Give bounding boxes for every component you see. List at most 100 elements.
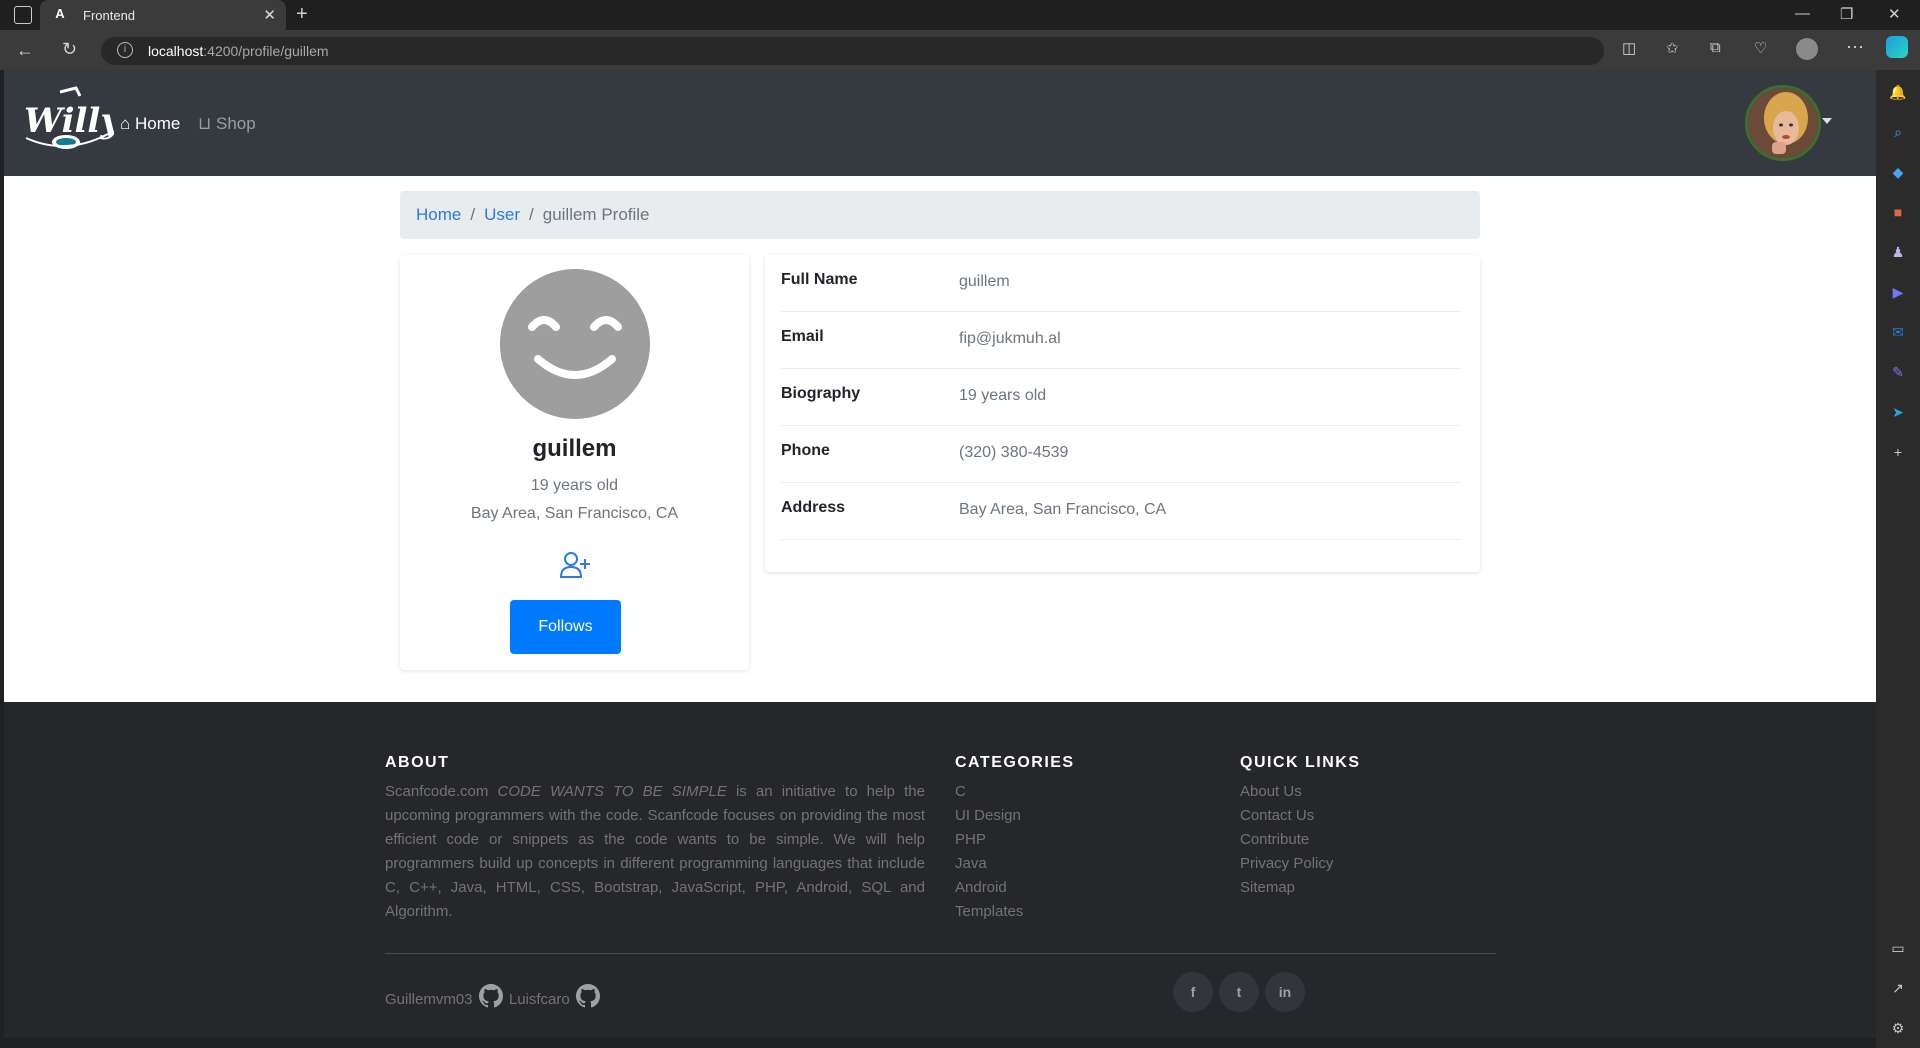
- logo-text: Willy: [24, 101, 114, 141]
- home-icon: ⌂: [120, 114, 131, 133]
- category-link[interactable]: Java: [955, 852, 1023, 876]
- footer-divider: [385, 953, 1496, 954]
- collections-icon[interactable]: ⧉: [1710, 39, 1721, 56]
- add-app-icon[interactable]: +: [1888, 442, 1908, 462]
- tab-title: Frontend: [83, 8, 136, 23]
- external-link-icon[interactable]: ↗: [1888, 978, 1908, 998]
- close-tab-icon[interactable]: ✕: [263, 6, 276, 24]
- breadcrumb-separator: /: [529, 205, 534, 224]
- back-icon[interactable]: ←: [16, 40, 34, 61]
- profile-details-card: Full Name guillem Email fip@jukmuh.al Bi…: [765, 255, 1480, 572]
- footer: ABOUT Scanfcode.com CODE WANTS TO BE SIM…: [4, 702, 1876, 1038]
- breadcrumb-current: guillem Profile: [542, 205, 650, 224]
- github-icon[interactable]: [575, 984, 600, 1008]
- breadcrumb-home[interactable]: Home: [416, 205, 461, 224]
- smiley-avatar-icon: [500, 269, 650, 419]
- navbar: Willy ⌂ Home ⊔ Shop: [4, 70, 1876, 176]
- edge-sidebar: 🔔 ⌕ ◆ ■ ♟ ▶ ✉ ✎ ➤ + ▭ ↗ ⚙: [1876, 70, 1920, 1048]
- github-icon[interactable]: [478, 984, 503, 1008]
- follow-button[interactable]: Follows: [510, 600, 621, 654]
- category-link[interactable]: Android: [955, 876, 1023, 900]
- facebook-icon[interactable]: f: [1173, 972, 1213, 1012]
- linkedin-icon[interactable]: in: [1265, 972, 1305, 1012]
- close-window-icon[interactable]: ✕: [1888, 5, 1901, 23]
- detail-row: Email fip@jukmuh.al: [781, 312, 1461, 369]
- twitter-icon[interactable]: t: [1219, 972, 1259, 1012]
- shopping-bag-icon: ⊔: [198, 114, 212, 133]
- browser-tab-bar: A Frontend ✕ + — ❐ ✕: [0, 0, 1920, 30]
- credit-author-2[interactable]: Luisfcaro: [509, 991, 570, 1008]
- detail-value: Bay Area, San Francisco, CA: [959, 501, 1167, 518]
- quicklink[interactable]: Contact Us: [1240, 804, 1333, 828]
- willy-logo[interactable]: Willy: [20, 86, 114, 158]
- split-screen-icon[interactable]: ◫: [1622, 39, 1636, 57]
- designer-icon[interactable]: ✎: [1888, 362, 1908, 382]
- quicklinks-list: About Us Contact Us Contribute Privacy P…: [1240, 780, 1333, 900]
- new-tab-icon[interactable]: +: [296, 3, 308, 26]
- address-bar[interactable]: i localhost:4200/profile/guillem: [101, 37, 1604, 65]
- quicklink[interactable]: Privacy Policy: [1240, 852, 1333, 876]
- url-path: :4200/profile/guillem: [203, 43, 329, 59]
- profile-bio: 19 years old: [530, 477, 619, 494]
- category-link[interactable]: UI Design: [955, 804, 1023, 828]
- user-avatar[interactable]: [1745, 85, 1821, 161]
- refresh-icon[interactable]: ↻: [62, 39, 77, 60]
- copilot-icon[interactable]: [1886, 36, 1908, 58]
- about-heading: ABOUT: [385, 754, 450, 771]
- profile-card: guillem 19 years old Bay Area, San Franc…: [400, 255, 749, 670]
- search-icon[interactable]: ⌕: [1888, 122, 1908, 142]
- category-link[interactable]: Templates: [955, 900, 1023, 924]
- settings-gear-icon[interactable]: ⚙: [1888, 1018, 1908, 1038]
- outlook-icon[interactable]: ✉: [1888, 322, 1908, 342]
- about-text: Scanfcode.com CODE WANTS TO BE SIMPLE is…: [385, 783, 925, 920]
- profile-icon[interactable]: [1796, 38, 1818, 60]
- notification-bell-icon[interactable]: 🔔: [1888, 82, 1908, 102]
- quicklink[interactable]: Contribute: [1240, 828, 1333, 852]
- detail-value: (320) 380-4539: [959, 444, 1069, 461]
- detail-row: Phone (320) 380-4539: [781, 426, 1461, 483]
- breadcrumb-user[interactable]: User: [484, 205, 520, 224]
- nav-shop-label: Shop: [216, 114, 256, 133]
- favorites-icon[interactable]: ✩: [1666, 39, 1679, 57]
- credits: Guillemvm03 Luisfcaro: [385, 984, 602, 1008]
- profile-name: guillem: [532, 435, 617, 462]
- quicklink[interactable]: Sitemap: [1240, 876, 1333, 900]
- shopping-tag-icon[interactable]: ◆: [1888, 162, 1908, 182]
- detail-label: Address: [781, 499, 846, 516]
- profile-address: Bay Area, San Francisco, CA: [470, 505, 679, 522]
- browser-tab[interactable]: A Frontend ✕: [40, 0, 286, 30]
- more-menu-icon[interactable]: ⋯: [1846, 37, 1864, 58]
- nav-home-label: Home: [135, 114, 181, 133]
- chevron-down-icon[interactable]: [1822, 118, 1832, 124]
- detail-value: 19 years old: [959, 387, 1047, 404]
- browser-essentials-icon[interactable]: ♡: [1754, 39, 1767, 57]
- telegram-icon[interactable]: ➤: [1888, 402, 1908, 422]
- category-link[interactable]: C: [955, 780, 1023, 804]
- detail-label: Biography: [781, 385, 861, 402]
- angular-favicon-icon: A: [55, 6, 65, 21]
- games-icon[interactable]: ♟: [1888, 242, 1908, 262]
- quicklinks-heading: QUICK LINKS: [1240, 754, 1361, 771]
- restore-icon[interactable]: ❐: [1840, 5, 1853, 23]
- categories-heading: CATEGORIES: [955, 754, 1075, 771]
- nav-shop-link[interactable]: ⊔ Shop: [198, 114, 256, 134]
- site-info-icon[interactable]: i: [117, 42, 133, 58]
- add-user-icon[interactable]: [559, 550, 591, 580]
- nav-home-link[interactable]: ⌂ Home: [120, 114, 180, 134]
- detail-label: Full Name: [781, 271, 858, 288]
- avatar-image: [1748, 88, 1818, 158]
- tab-actions-icon[interactable]: [14, 6, 32, 24]
- detail-row: Full Name guillem: [781, 255, 1461, 312]
- minimize-icon[interactable]: —: [1795, 5, 1810, 22]
- detail-value: fip@jukmuh.al: [959, 330, 1061, 347]
- detail-value: guillem: [959, 273, 1010, 290]
- copilot-app-icon[interactable]: ▶: [1888, 282, 1908, 302]
- detail-row: Biography 19 years old: [781, 369, 1461, 426]
- tools-icon[interactable]: ■: [1888, 202, 1908, 222]
- breadcrumb-separator: /: [470, 205, 476, 224]
- category-link[interactable]: PHP: [955, 828, 1023, 852]
- breadcrumb: Home / User / guillem Profile: [400, 191, 1480, 239]
- quicklink[interactable]: About Us: [1240, 780, 1333, 804]
- credit-author-1[interactable]: Guillemvm03: [385, 991, 473, 1008]
- sidebar-panel-icon[interactable]: ▭: [1888, 938, 1908, 958]
